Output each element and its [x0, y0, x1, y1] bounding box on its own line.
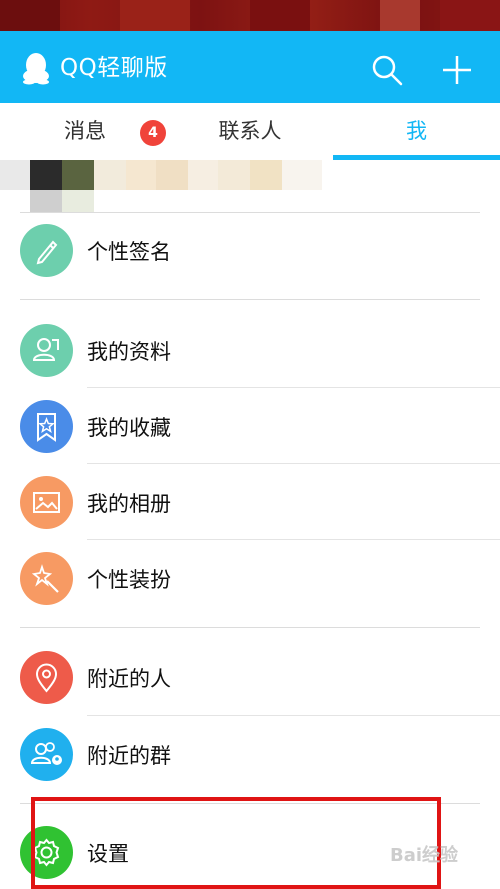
location-pin-icon	[20, 651, 73, 704]
unread-badge: 4	[140, 120, 166, 146]
menu-item-label: 个性装扮	[87, 568, 171, 592]
menu-item-nearby-people[interactable]: 附近的人	[0, 640, 500, 716]
row-divider	[87, 387, 500, 388]
tab-me[interactable]: 我	[333, 103, 500, 160]
profile-pixel	[218, 160, 250, 190]
profile-pixel	[156, 160, 188, 190]
row-divider	[87, 539, 500, 540]
watermark: Bai经验	[390, 845, 459, 866]
menu-item-my-profile[interactable]: 我的资料	[0, 312, 500, 388]
profile-card-icon	[20, 324, 73, 377]
search-button[interactable]	[370, 53, 404, 87]
search-icon	[372, 55, 403, 86]
tab-messages[interactable]: 消息	[40, 103, 130, 160]
profile-pixel	[62, 190, 94, 212]
star-icon	[20, 400, 73, 453]
menu-item-nearby-groups[interactable]: 附近的群	[0, 717, 500, 793]
menu-item-label: 我的收藏	[87, 416, 171, 440]
status-bar-block	[440, 0, 500, 31]
add-button[interactable]	[440, 53, 474, 87]
section-divider	[20, 627, 480, 628]
group-location-icon	[20, 728, 73, 781]
plus-icon	[443, 56, 471, 84]
row-divider	[87, 463, 500, 464]
status-bar	[0, 0, 500, 31]
profile-pixel	[62, 160, 94, 190]
profile-pixel	[282, 160, 322, 190]
magic-wand-icon	[20, 552, 73, 605]
image-icon	[20, 476, 73, 529]
status-bar-block	[0, 0, 60, 31]
highlight-annotation	[31, 797, 441, 889]
title-bar: QQ轻聊版	[0, 31, 500, 103]
pen-icon	[20, 224, 73, 277]
status-bar-block	[250, 0, 310, 31]
profile-pixel	[0, 160, 30, 190]
profile-pixel	[30, 190, 62, 212]
row-divider	[87, 715, 500, 716]
tab-bar: 消息 4 联系人 我	[0, 103, 500, 160]
menu-item-label: 附近的群	[87, 744, 171, 768]
profile-pixel	[188, 160, 218, 190]
menu-item-label: 附近的人	[87, 667, 171, 691]
status-bar-block	[380, 0, 420, 31]
penguin-icon	[20, 51, 52, 85]
profile-pixel	[30, 160, 62, 190]
section-divider	[20, 299, 480, 300]
menu-item-signature[interactable]: 个性签名	[0, 214, 500, 290]
menu-item-album[interactable]: 我的相册	[0, 465, 500, 541]
menu-item-label: 我的相册	[87, 492, 171, 516]
status-bar-block	[120, 0, 190, 31]
profile-pixel	[94, 160, 126, 190]
menu-item-label: 个性签名	[87, 240, 171, 264]
menu-item-dressup[interactable]: 个性装扮	[0, 541, 500, 617]
menu-item-label: 我的资料	[87, 340, 171, 364]
profile-pixel	[126, 160, 156, 190]
section-divider	[20, 212, 480, 213]
tab-contacts[interactable]: 联系人	[195, 103, 305, 160]
profile-header[interactable]	[0, 160, 500, 212]
profile-pixel	[250, 160, 282, 190]
menu-item-favorites[interactable]: 我的收藏	[0, 389, 500, 465]
app-title: QQ轻聊版	[60, 55, 168, 81]
